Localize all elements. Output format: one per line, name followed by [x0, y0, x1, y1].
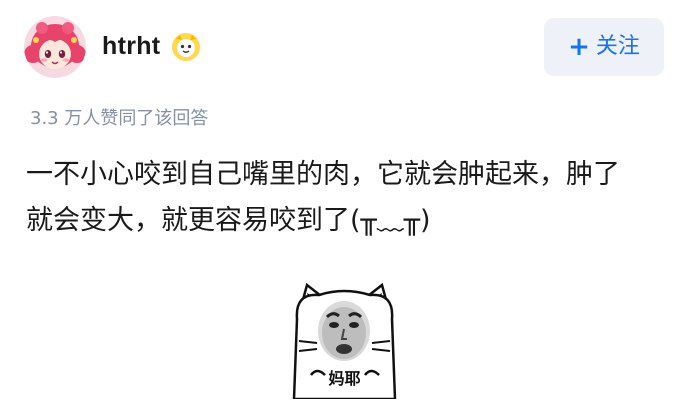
author-name[interactable]: htrht — [102, 32, 160, 61]
anime-girl-avatar-icon — [24, 16, 86, 78]
meme-image[interactable]: 妈耶 — [291, 279, 398, 399]
answer-card: htrht + 关注 3.3 万人赞同了该回答 一不小心咬到自己嘴里的肉，它就会… — [0, 0, 690, 418]
follow-button-label: 关注 — [595, 34, 640, 59]
creator-badge — [170, 31, 202, 63]
author-avatar[interactable] — [24, 16, 86, 78]
answer-line-2: 就会变大，就更容易咬到了(╥﹏╥) — [26, 205, 431, 236]
meme-caption: 妈耶 — [328, 369, 361, 388]
creator-badge-icon — [172, 33, 200, 61]
upvote-count[interactable]: 3.3 万人赞同了该回答 — [30, 104, 208, 130]
answer-header: htrht + 关注 — [24, 16, 664, 78]
answer-line-1: 一不小心咬到自己嘴里的肉，它就会肿起来，肿了 — [26, 159, 620, 190]
answer-content: 一不小心咬到自己嘴里的肉，它就会肿起来，肿了 就会变大，就更容易咬到了(╥﹏╥) — [26, 152, 676, 244]
follow-button[interactable]: + 关注 — [544, 18, 664, 76]
plus-icon: + — [568, 32, 590, 62]
